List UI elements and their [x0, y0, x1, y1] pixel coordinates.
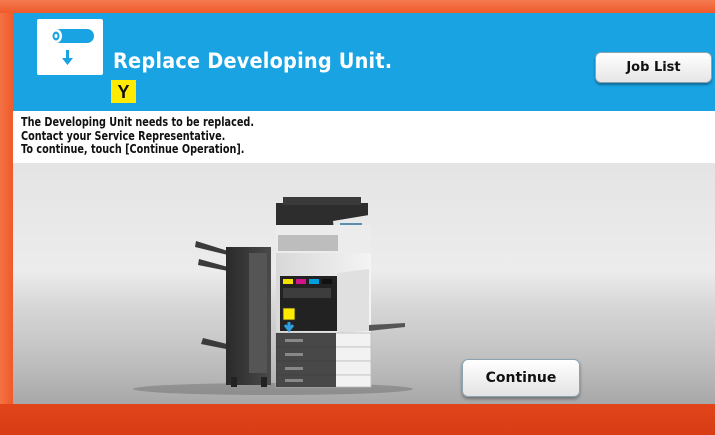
- message-line: To continue, touch [Continue Operation].: [21, 141, 245, 156]
- developing-unit-icon: [37, 19, 103, 75]
- frame-top-border: [0, 0, 715, 13]
- job-list-button[interactable]: Job List: [595, 52, 712, 83]
- message-line: The Developing Unit needs to be replaced…: [21, 114, 255, 129]
- continue-button[interactable]: Continue: [462, 359, 580, 397]
- frame-left-border: [0, 13, 13, 435]
- frame-bottom-border: [0, 404, 715, 435]
- copier-machine-illustration: [133, 197, 413, 395]
- message-line: Contact your Service Representative.: [21, 127, 226, 143]
- page-title: Replace Developing Unit.: [113, 49, 393, 73]
- illustration-panel: Continue: [13, 163, 715, 404]
- alert-header: Replace Developing Unit. Y Job List: [13, 13, 715, 111]
- message-panel: The Developing Unit needs to be replaced…: [13, 111, 715, 163]
- toner-color-badge: Y: [111, 80, 136, 103]
